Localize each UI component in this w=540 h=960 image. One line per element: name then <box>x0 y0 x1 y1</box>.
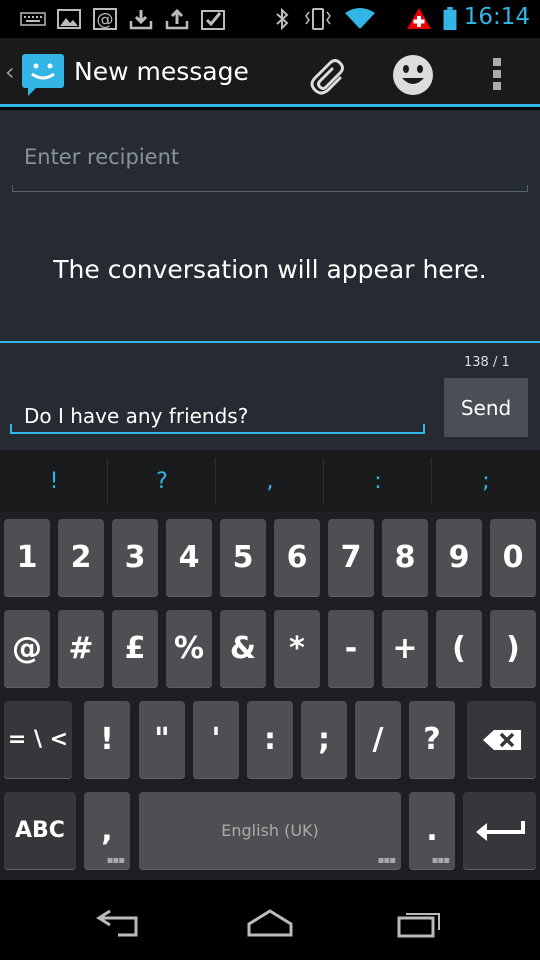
key-more-symbols[interactable]: = \ < <box>4 701 72 779</box>
suggestion-item[interactable]: ; <box>432 450 540 512</box>
keyboard-language-label: English (UK) <box>221 821 319 840</box>
character-counter: 138 / 1 <box>464 355 510 370</box>
key-question[interactable]: ? <box>409 701 455 779</box>
status-bar: @ 16:14 <box>0 0 540 38</box>
more-keys-indicator: ▪▪▪ <box>431 855 450 866</box>
keyboard-icon <box>20 12 46 26</box>
key-colon[interactable]: : <box>247 701 293 779</box>
home-icon[interactable] <box>246 908 294 938</box>
key-9[interactable]: 9 <box>436 519 482 597</box>
key-backspace[interactable] <box>467 701 536 779</box>
bluetooth-icon <box>276 7 289 31</box>
key-5[interactable]: 5 <box>220 519 266 597</box>
key-asterisk[interactable]: * <box>274 610 320 688</box>
key-abc[interactable]: ABC <box>4 792 76 870</box>
recent-apps-icon[interactable] <box>396 908 444 938</box>
key-comma-label: , <box>101 813 113 848</box>
key-close-paren[interactable]: ) <box>490 610 536 688</box>
recipient-input[interactable] <box>12 120 528 180</box>
action-bar: ‹ New message <box>0 38 540 107</box>
battery-icon <box>443 7 457 31</box>
key-enter[interactable] <box>463 792 536 870</box>
svg-text:@: @ <box>97 10 114 30</box>
key-apostrophe[interactable]: ' <box>193 701 239 779</box>
enter-icon <box>475 821 525 841</box>
page-title: New message <box>74 57 249 86</box>
key-ampersand[interactable]: & <box>220 610 266 688</box>
email-icon: @ <box>93 8 117 30</box>
message-input[interactable] <box>10 390 425 430</box>
key-space[interactable]: English (UK) ▪▪▪ <box>139 792 401 870</box>
download-icon <box>129 10 153 30</box>
suggestion-item[interactable]: ! <box>0 450 108 512</box>
key-semicolon[interactable]: ; <box>301 701 347 779</box>
swiss-flag-icon <box>407 8 431 29</box>
backspace-icon <box>482 730 521 750</box>
navigation-bar <box>0 880 540 960</box>
key-minus[interactable]: - <box>328 610 374 688</box>
key-pound[interactable]: £ <box>112 610 158 688</box>
key-6[interactable]: 6 <box>274 519 320 597</box>
key-double-quote[interactable]: " <box>139 701 185 779</box>
chevron-left-icon[interactable]: ‹ <box>5 58 15 86</box>
key-at[interactable]: @ <box>4 610 50 688</box>
vibrate-icon <box>305 8 331 30</box>
task-done-icon <box>201 10 225 30</box>
divider <box>0 341 540 343</box>
key-period[interactable]: . ▪▪▪ <box>409 792 455 870</box>
paperclip-icon[interactable] <box>308 54 352 98</box>
key-exclamation[interactable]: ! <box>84 701 130 779</box>
overflow-menu-icon[interactable] <box>490 56 504 92</box>
key-4[interactable]: 4 <box>166 519 212 597</box>
message-field-wrapper <box>10 390 425 434</box>
emoji-icon[interactable] <box>392 54 434 96</box>
empty-conversation-text: The conversation will appear here. <box>53 255 487 284</box>
key-plus[interactable]: + <box>382 610 428 688</box>
upload-icon <box>165 8 189 30</box>
wifi-icon <box>345 8 375 29</box>
key-percent[interactable]: % <box>166 610 212 688</box>
more-keys-indicator: ▪▪▪ <box>377 855 396 866</box>
key-0[interactable]: 0 <box>490 519 536 597</box>
key-3[interactable]: 3 <box>112 519 158 597</box>
send-button[interactable]: Send <box>444 378 528 437</box>
key-comma[interactable]: , ▪▪▪ <box>84 792 130 870</box>
messaging-app-icon[interactable] <box>20 52 66 98</box>
key-8[interactable]: 8 <box>382 519 428 597</box>
key-2[interactable]: 2 <box>58 519 104 597</box>
key-slash[interactable]: / <box>355 701 401 779</box>
suggestion-item[interactable]: ? <box>108 450 216 512</box>
suggestion-item[interactable]: : <box>324 450 432 512</box>
key-1[interactable]: 1 <box>4 519 50 597</box>
key-7[interactable]: 7 <box>328 519 374 597</box>
key-period-label: . <box>426 813 438 848</box>
compose-area: The conversation will appear here. 138 /… <box>0 110 540 450</box>
keyboard: ! ? , : ; 1 2 3 4 5 6 7 8 9 0 @ # £ % & … <box>0 450 540 880</box>
back-icon[interactable] <box>96 908 144 938</box>
more-keys-indicator: ▪▪▪ <box>106 855 125 866</box>
suggestion-strip: ! ? , : ; <box>0 450 540 512</box>
recipient-field-wrapper <box>12 120 528 192</box>
gallery-icon <box>57 9 81 29</box>
key-open-paren[interactable]: ( <box>436 610 482 688</box>
clock: 16:14 <box>463 4 530 30</box>
key-hash[interactable]: # <box>58 610 104 688</box>
suggestion-item[interactable]: , <box>216 450 324 512</box>
